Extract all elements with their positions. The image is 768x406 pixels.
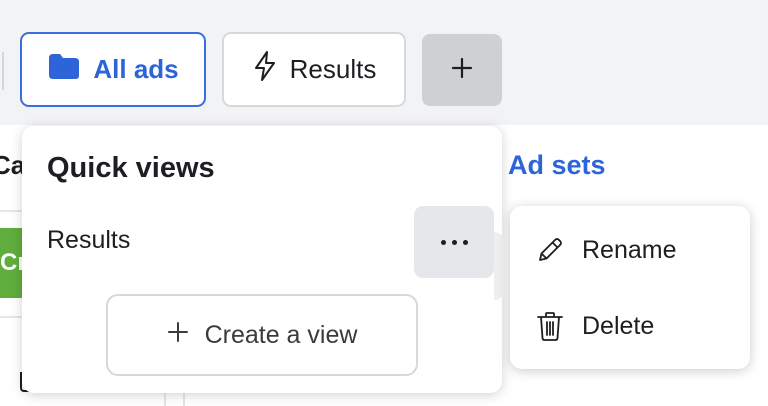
plus-icon [451, 57, 473, 84]
plus-icon [167, 321, 189, 350]
tab-all-ads-label: All ads [93, 54, 179, 84]
more-horizontal-icon [438, 239, 471, 245]
pencil-icon [534, 234, 566, 266]
ad-sets-tab[interactable]: Ad sets [508, 150, 606, 181]
divider-line [0, 316, 22, 318]
folder-icon [47, 52, 81, 87]
more-button-shadow [494, 232, 504, 300]
divider-line [0, 210, 22, 212]
tab-all-ads[interactable]: All ads [20, 32, 206, 107]
menu-item-rename-label: Rename [582, 235, 677, 264]
view-context-menu: Rename Delete [510, 206, 750, 369]
menu-item-delete-label: Delete [582, 311, 655, 340]
toolbar-divider [2, 52, 4, 90]
add-tab-button[interactable] [422, 34, 502, 106]
create-view-button[interactable]: Create a view [106, 294, 418, 376]
lightning-icon [252, 50, 278, 89]
create-button-fragment[interactable]: Cr [0, 228, 24, 298]
create-view-label: Create a view [204, 320, 358, 349]
menu-item-delete[interactable]: Delete [510, 296, 750, 356]
menu-item-rename[interactable]: Rename [510, 220, 750, 280]
quick-view-item-results[interactable]: Results [47, 226, 130, 255]
quick-views-popover: Quick views Results Create a view [22, 126, 504, 393]
tab-results[interactable]: Results [222, 32, 406, 107]
view-more-options-button[interactable] [414, 206, 494, 278]
trash-icon [534, 310, 566, 342]
quick-views-title: Quick views [47, 152, 215, 184]
tab-results-label: Results [289, 54, 377, 84]
